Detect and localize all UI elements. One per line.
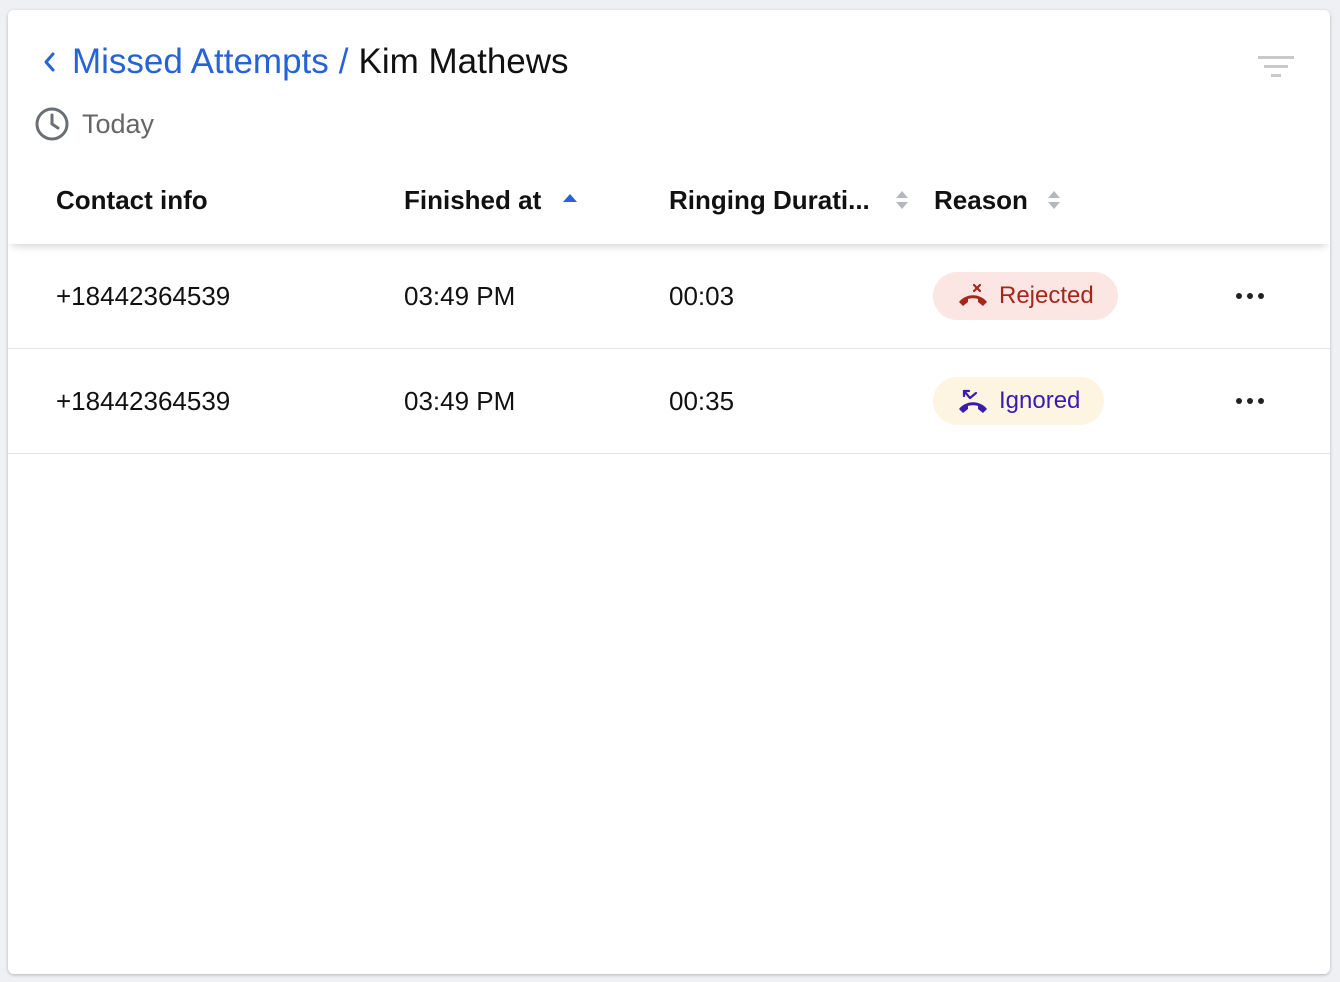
- reason-cell: Ignored: [933, 349, 1105, 453]
- filter-icon[interactable]: [1256, 52, 1296, 82]
- date-filter-label: Today: [82, 108, 155, 139]
- column-header-label: Reason: [934, 184, 1028, 215]
- clock-icon: [34, 106, 70, 142]
- column-header-ringing-duration[interactable]: Ringing Durati...: [669, 180, 910, 220]
- contact-cell: +18442364539: [56, 280, 231, 311]
- panel-header: Missed Attempts / Kim Mathews Today Cont…: [8, 10, 1330, 244]
- finished-at-cell: 03:49 PM: [404, 385, 516, 416]
- finished-at-cell: 03:49 PM: [404, 280, 516, 311]
- ringing-duration-cell: 00:35: [669, 385, 735, 416]
- breadcrumb: Missed Attempts / Kim Mathews: [42, 40, 569, 84]
- call-ignored-icon: [959, 389, 987, 413]
- chevron-left-icon[interactable]: [42, 40, 66, 84]
- column-header-contact: Contact info: [56, 180, 208, 220]
- reason-cell: Rejected: [933, 244, 1118, 348]
- ringing-duration-cell: 00:03: [669, 280, 735, 311]
- status-badge-label: Ignored: [999, 387, 1081, 414]
- column-header-finished-at[interactable]: Finished at: [404, 180, 579, 220]
- status-badge-label: Rejected: [999, 282, 1094, 309]
- sort-ascending-icon[interactable]: [561, 190, 579, 210]
- table-row[interactable]: +18442364539 03:49 PM 00:03 Rejected: [8, 244, 1330, 349]
- status-badge-ignored: Ignored: [933, 377, 1105, 425]
- breadcrumb-separator: /: [338, 42, 349, 81]
- column-header-label: Ringing Durati...: [669, 184, 870, 215]
- sort-icon[interactable]: [1046, 189, 1062, 211]
- column-header-label: Finished at: [404, 184, 542, 215]
- more-options-icon[interactable]: [1234, 387, 1266, 415]
- status-badge-rejected: Rejected: [933, 272, 1118, 320]
- page-title: Kim Mathews: [358, 42, 569, 81]
- column-header-label: Contact info: [56, 184, 208, 215]
- column-header-reason[interactable]: Reason: [934, 180, 1062, 220]
- table-row[interactable]: +18442364539 03:49 PM 00:35 Ignored: [8, 349, 1330, 454]
- contact-cell: +18442364539: [56, 385, 231, 416]
- missed-attempts-panel: Missed Attempts / Kim Mathews Today Cont…: [8, 10, 1330, 974]
- sort-icon[interactable]: [894, 189, 910, 211]
- date-filter[interactable]: Today: [34, 106, 154, 142]
- more-options-icon[interactable]: [1234, 282, 1266, 310]
- table-body: +18442364539 03:49 PM 00:03 Rejected +18…: [8, 244, 1330, 454]
- breadcrumb-parent-link[interactable]: Missed Attempts: [72, 40, 329, 84]
- call-rejected-icon: [959, 283, 987, 306]
